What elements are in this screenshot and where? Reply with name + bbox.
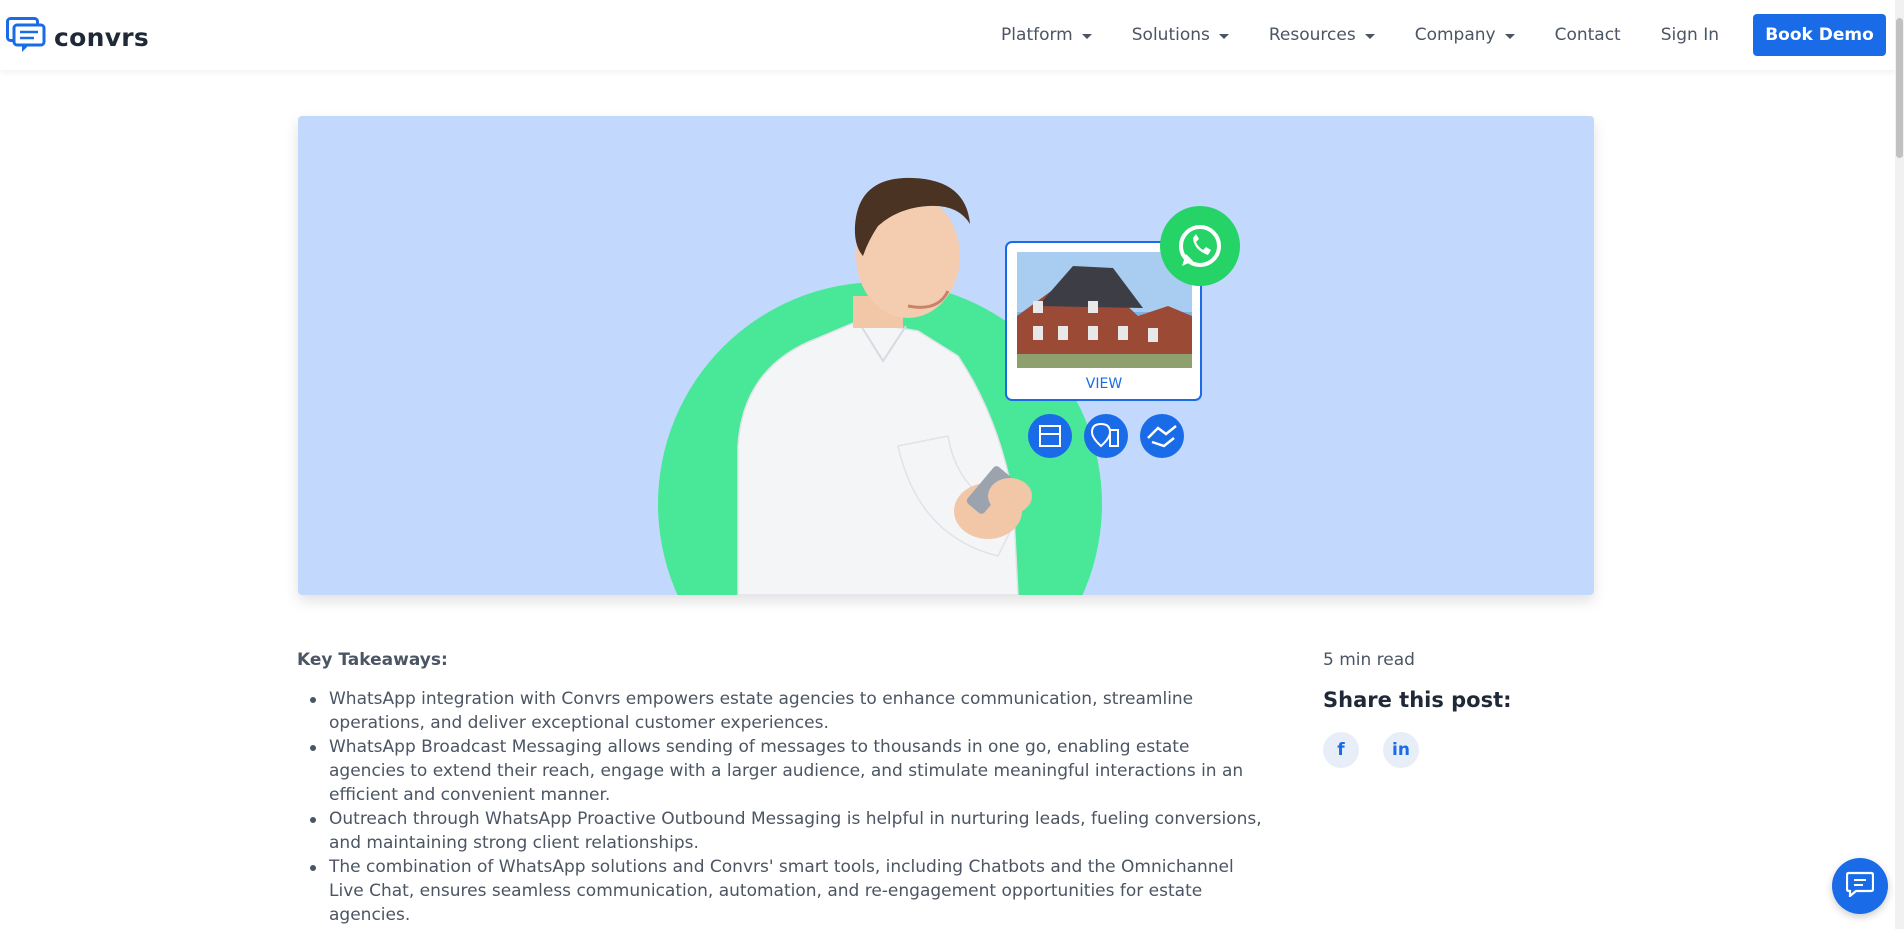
list-item: WhatsApp Broadcast Messaging allows send… (297, 735, 1267, 807)
book-demo-button[interactable]: Book Demo (1753, 14, 1886, 56)
nav-links: Platform Solutions Resources Company Con… (1001, 0, 1904, 70)
view-button[interactable]: VIEW (1086, 376, 1123, 392)
facebook-icon: f (1337, 740, 1345, 760)
nav-item-label: Contact (1554, 25, 1621, 45)
nav-item-label: Platform (1001, 25, 1073, 45)
linkedin-share-button[interactable]: in (1383, 732, 1419, 768)
nav-item-resources[interactable]: Resources (1269, 25, 1375, 45)
page-scrollbar[interactable] (1895, 0, 1904, 929)
map-pin-icon (1084, 414, 1128, 458)
nav-item-contact[interactable]: Contact (1555, 25, 1621, 45)
share-heading: Share this post: (1323, 688, 1512, 712)
caret-down-icon (1081, 33, 1092, 39)
scrollbar-thumb[interactable] (1896, 18, 1903, 158)
nav-item-label: Solutions (1131, 25, 1210, 45)
article-sidebar: 5 min read Share this post: f in (1323, 650, 1593, 768)
article-content: Key Takeaways: WhatsApp integration with… (297, 650, 1267, 927)
whatsapp-icon (1160, 206, 1240, 286)
building-icon (1028, 414, 1072, 458)
logo[interactable]: convrs (6, 17, 149, 57)
nav-item-sign-in[interactable]: Sign In (1661, 25, 1719, 45)
list-item: The combination of WhatsApp solutions an… (297, 855, 1267, 927)
chat-icon (1845, 871, 1875, 901)
nav-item-company[interactable]: Company (1415, 25, 1515, 45)
caret-down-icon (1504, 33, 1515, 39)
facebook-share-button[interactable]: f (1323, 732, 1359, 768)
list-item: WhatsApp integration with Convrs empower… (297, 687, 1267, 735)
caret-down-icon (1218, 33, 1229, 39)
chat-widget-button[interactable] (1832, 858, 1888, 914)
read-time: 5 min read (1323, 650, 1415, 670)
caret-down-icon (1364, 33, 1375, 39)
list-item: Outreach through WhatsApp Proactive Outb… (297, 807, 1267, 855)
key-takeaways-heading: Key Takeaways: (297, 650, 448, 670)
hero-image: VIEW (298, 116, 1594, 595)
nav-item-platform[interactable]: Platform (1001, 25, 1092, 45)
linkedin-icon: in (1392, 740, 1410, 760)
nav-item-label: Resources (1268, 25, 1356, 45)
nav-item-label: Company (1414, 25, 1496, 45)
nav-item-solutions[interactable]: Solutions (1132, 25, 1229, 45)
chat-logo-icon (6, 17, 46, 57)
share-icons: f in (1323, 732, 1593, 768)
top-navbar: convrs Platform Solutions Resources Comp… (0, 0, 1904, 70)
logo-text: convrs (54, 22, 150, 52)
key-takeaways-list: WhatsApp integration with Convrs empower… (297, 687, 1267, 927)
handshake-icon (1140, 414, 1184, 458)
nav-item-label: Sign In (1660, 25, 1719, 45)
hero-illustration: VIEW (658, 177, 1240, 595)
